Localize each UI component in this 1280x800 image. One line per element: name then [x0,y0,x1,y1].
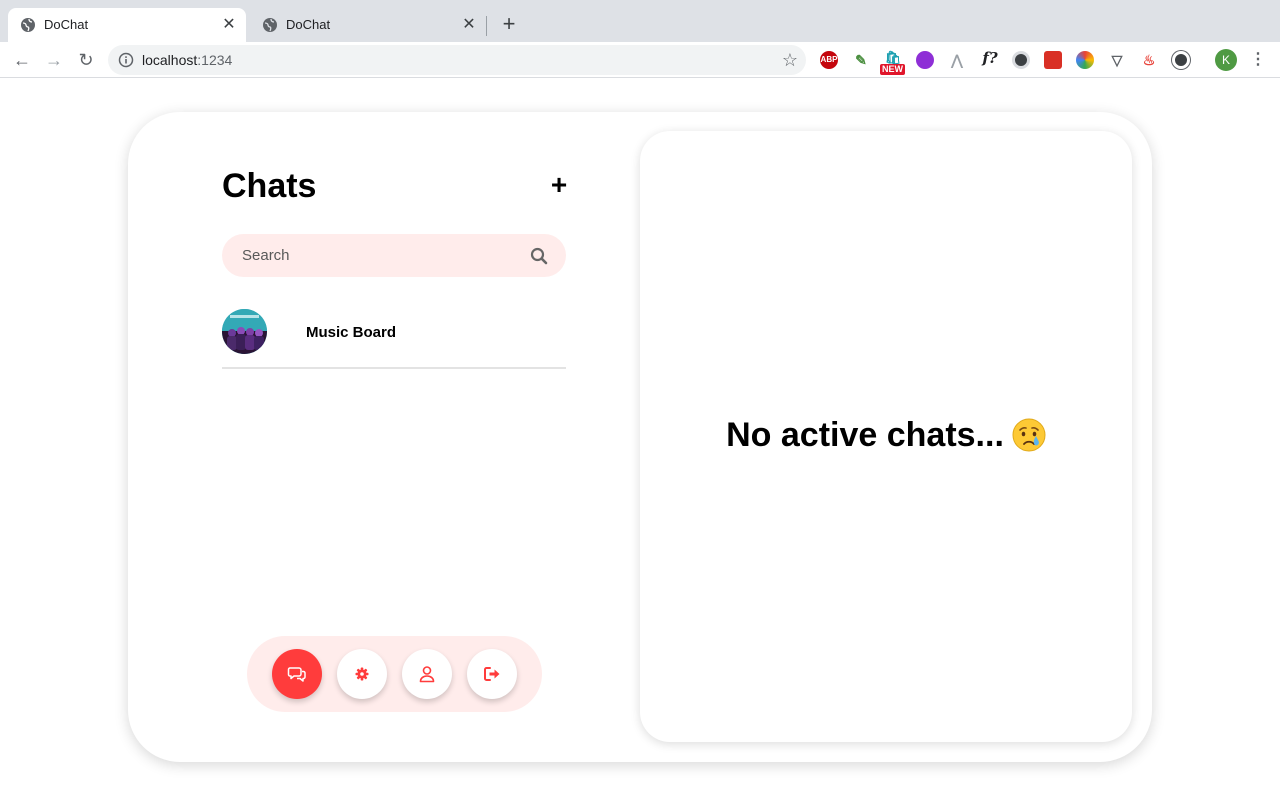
globe-icon [21,18,35,32]
browser-tab-active[interactable]: DoChat ✕ [8,8,246,42]
triangle-extension-icon[interactable]: ⋀ [948,51,966,69]
purple-extension-icon[interactable] [916,51,934,69]
new-tab-button[interactable]: + [498,13,520,35]
forward-icon[interactable]: → [43,49,65,71]
new-chat-button[interactable]: + [546,171,572,199]
search-input[interactable] [222,234,522,277]
address-bar[interactable]: localhost:1234 ☆ [108,45,806,75]
fire-extension-icon[interactable]: ♨ [1140,51,1158,69]
search-icon[interactable] [529,246,549,266]
font-finder-extension-icon[interactable]: f? [978,49,1002,67]
nav-settings-button[interactable] [337,649,387,699]
dark-reader-extension-icon[interactable] [1012,51,1030,69]
vue-extension-icon[interactable]: ▽ [1108,51,1126,69]
reload-icon[interactable]: ↻ [75,49,97,71]
chat-bubbles-icon [287,667,306,682]
bottom-navigation [247,636,542,712]
browser-menu-icon[interactable]: ⋮ [1250,49,1266,71]
nav-profile-button[interactable] [402,649,452,699]
close-tab-icon[interactable]: ✕ [460,16,478,34]
red-extension-icon[interactable] [1044,51,1062,69]
crying-face-icon [1012,418,1046,452]
close-tab-icon[interactable]: ✕ [220,16,238,34]
user-icon [419,666,435,683]
chat-avatar [222,309,267,354]
empty-state-message: No active chats... [640,415,1132,455]
band-photo-avatar [222,309,267,354]
info-icon[interactable] [118,52,134,68]
nav-chats-button[interactable] [272,649,322,699]
page-title: Chats [222,167,317,205]
tab-title: DoChat [286,17,331,32]
chat-panel: No active chats... [640,131,1132,742]
search-bar [222,234,566,277]
extension-new-badge: NEW [880,64,905,75]
chat-list-item[interactable]: Music Board [222,309,566,369]
browser-tabstrip: DoChat ✕ DoChat ✕ + [0,0,1280,42]
bookmark-star-icon[interactable]: ☆ [782,50,798,70]
eyedropper-extension-icon[interactable]: ✎ [852,51,870,69]
browser-tab-inactive[interactable]: DoChat ✕ [250,8,486,42]
color-wheel-extension-icon[interactable] [1076,51,1094,69]
chat-name: Music Board [306,324,397,341]
logout-icon [484,667,500,681]
url-text: localhost:1234 [142,52,233,68]
gear-icon [355,667,369,681]
tab-title: DoChat [44,17,89,32]
adblock-extension-icon[interactable]: ABP [820,51,838,69]
profile-avatar[interactable]: K [1215,49,1237,71]
globe-icon [263,18,277,32]
back-icon[interactable]: ← [11,49,33,71]
nav-logout-button[interactable] [467,649,517,699]
pill-extension-icon[interactable] [1172,51,1190,69]
tab-divider [486,16,487,36]
